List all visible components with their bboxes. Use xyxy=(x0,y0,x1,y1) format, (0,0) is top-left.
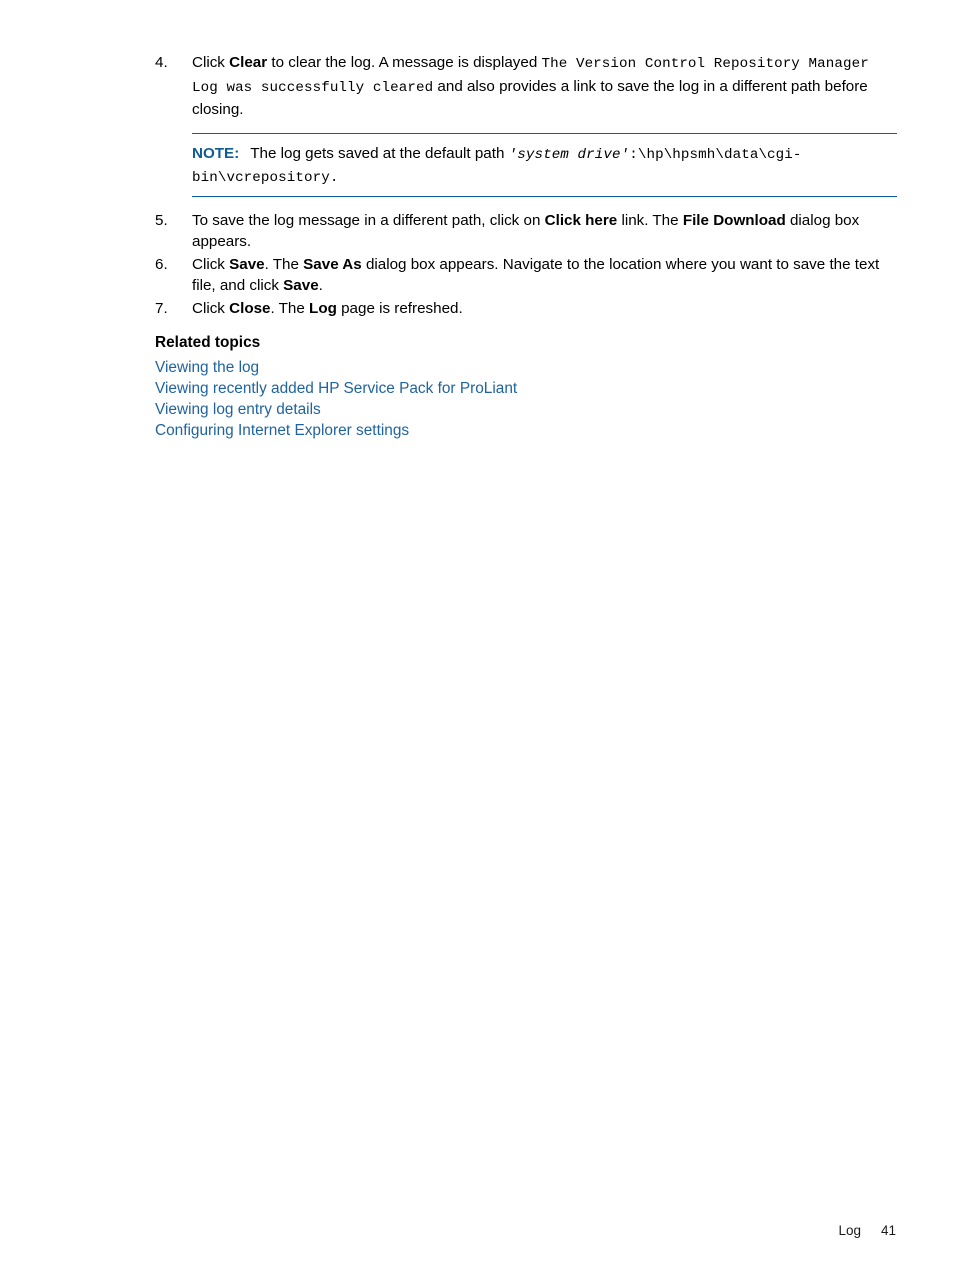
related-topics-heading: Related topics xyxy=(155,334,261,351)
step-text-run: Click xyxy=(192,255,230,273)
step-item-6: 6. Click Save. The Save As dialog box ap… xyxy=(155,254,897,297)
list-item: Viewing log entry details xyxy=(155,399,897,420)
footer-page-number: 41 xyxy=(880,1223,896,1238)
related-link-viewing-log-entry-details[interactable]: Viewing log entry details xyxy=(155,401,321,418)
note-label: NOTE: xyxy=(192,144,240,162)
page-content: 4. Click Clear to clear the log. A messa… xyxy=(155,52,897,441)
step-text-bold: Save xyxy=(283,277,319,294)
step-item-5: 5. To save the log message in a differen… xyxy=(155,210,897,253)
step-text-bold: Log xyxy=(309,299,337,317)
list-item: Viewing recently added HP Service Pack f… xyxy=(155,378,897,399)
step-number: 7. xyxy=(155,299,168,317)
related-link-configuring-ie-settings[interactable]: Configuring Internet Explorer settings xyxy=(155,422,409,439)
step-text-run: . The xyxy=(264,255,304,273)
note-admonition: NOTE: The log gets saved at the default p… xyxy=(192,132,897,197)
step-text-bold: Save As xyxy=(303,255,362,273)
step-text: Click Clear to clear the log. A message … xyxy=(192,52,897,121)
step-text-bold: Save xyxy=(229,255,265,273)
step-text-bold: Clear xyxy=(229,54,268,71)
step-text-run: page is refreshed. xyxy=(336,299,463,317)
step-number: 4. xyxy=(155,54,168,71)
step-text-run: link. The xyxy=(617,211,683,229)
step-text-bold: Click here xyxy=(544,211,618,229)
note-wrapper: NOTE: The log gets saved at the default p… xyxy=(155,132,897,197)
step-text-run: . The xyxy=(270,299,310,317)
footer-inner: Log 41 xyxy=(838,1223,896,1238)
related-link-viewing-recently-added-spp[interactable]: Viewing recently added HP Service Pack f… xyxy=(155,380,517,397)
step-text: Click Close. The Log page is refreshed. xyxy=(192,298,897,320)
step-item-7: 7. Click Close. The Log page is refreshe… xyxy=(155,298,897,320)
document-page: 4. Click Clear to clear the log. A messa… xyxy=(0,0,954,1271)
step-text-run: To save the log message in a different p… xyxy=(192,211,545,229)
page-footer: Log 41 xyxy=(0,1223,954,1243)
numbered-steps-list: 4. Click Clear to clear the log. A messa… xyxy=(155,52,897,319)
step-text: To save the log message in a different p… xyxy=(192,210,897,253)
related-link-viewing-the-log[interactable]: Viewing the log xyxy=(155,359,259,376)
step-text-bold: File Download xyxy=(682,211,786,229)
note-text-code-italic: 'system drive' xyxy=(508,146,630,163)
note-text-run: The log gets saved at the default path xyxy=(250,144,509,162)
footer-chapter-name: Log xyxy=(838,1223,861,1238)
step-text-run: . xyxy=(318,277,323,294)
step-text-run: to clear the log. A message is displayed xyxy=(267,54,542,71)
list-item: Viewing the log xyxy=(155,357,897,378)
step-text: Click Save. The Save As dialog box appea… xyxy=(192,254,897,297)
step-number: 5. xyxy=(155,211,168,229)
related-topics-list: Viewing the log Viewing recently added H… xyxy=(155,357,897,441)
list-item: Configuring Internet Explorer settings xyxy=(155,420,897,441)
step-text-run: Click xyxy=(192,54,230,71)
step-number: 6. xyxy=(155,255,168,273)
step-text-run: Click xyxy=(192,299,230,317)
step-item-4: 4. Click Clear to clear the log. A messa… xyxy=(155,52,897,121)
step-text-bold: Close xyxy=(229,299,271,317)
